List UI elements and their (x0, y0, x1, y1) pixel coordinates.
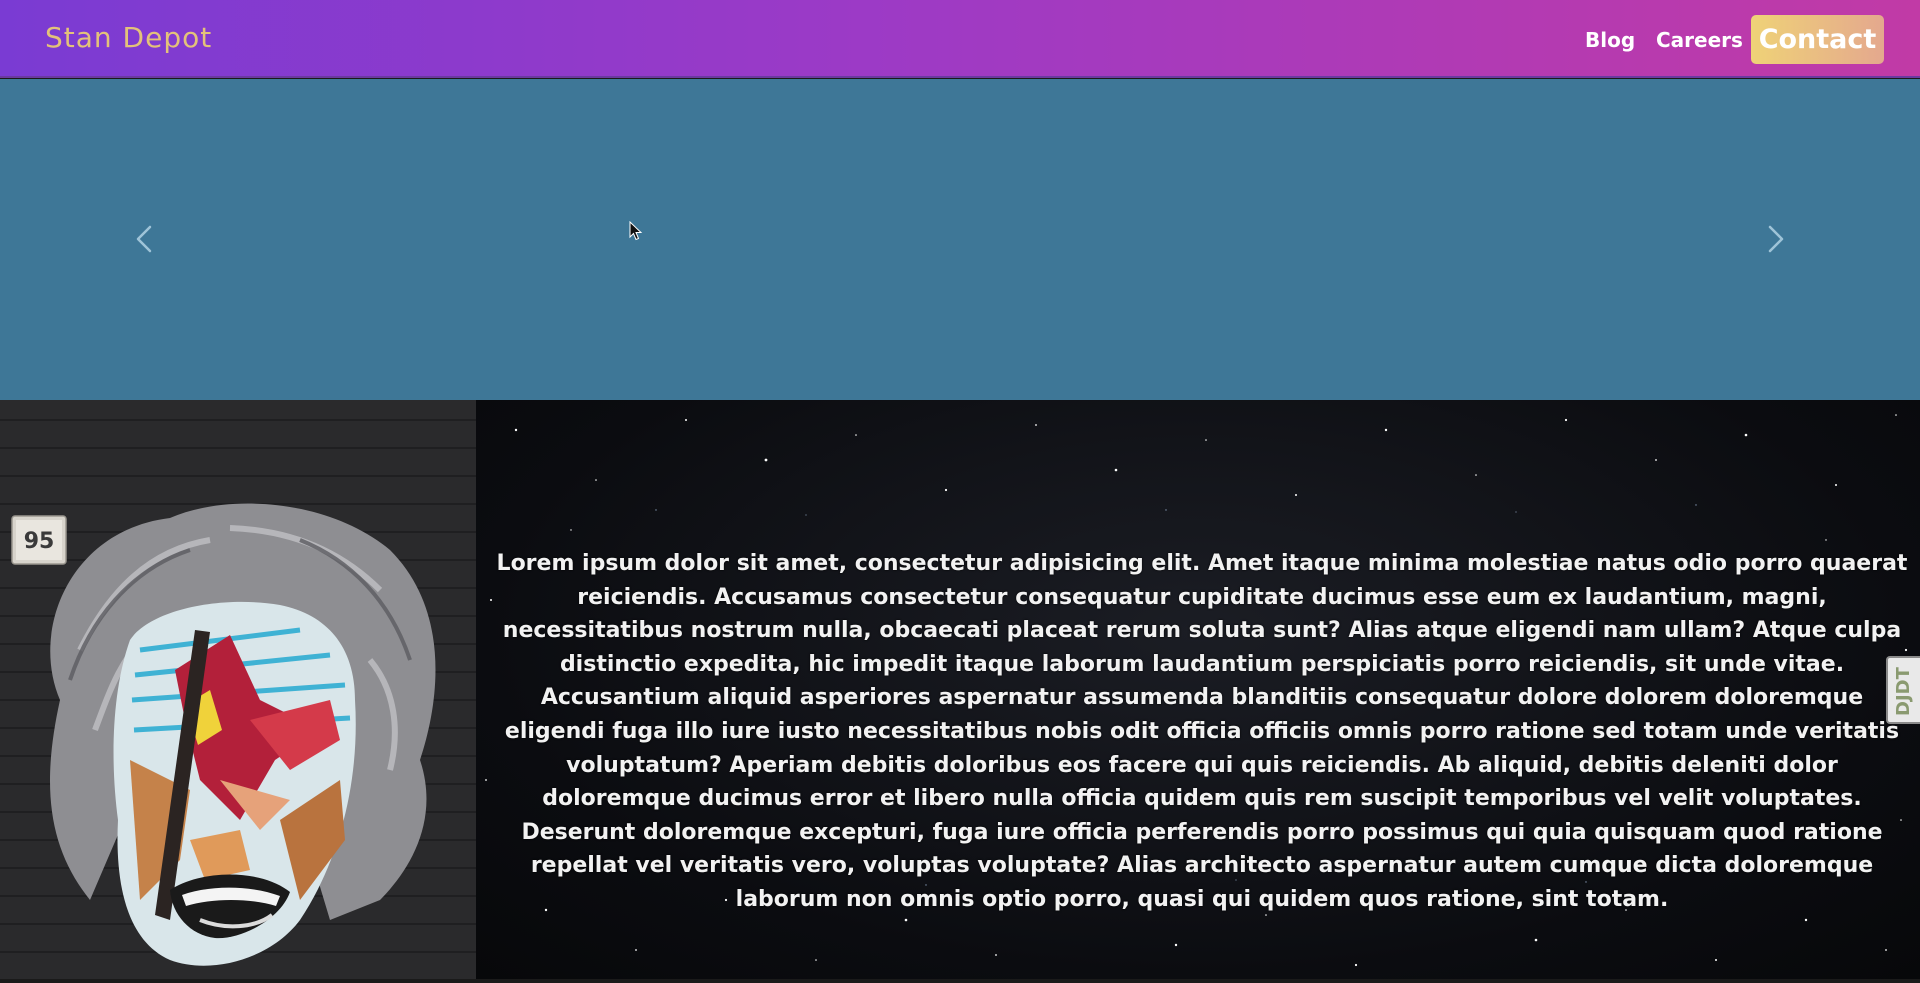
debug-toolbar-handle[interactable]: DJDT (1886, 656, 1920, 724)
street-art-illustration: 95 (11, 503, 436, 966)
brand-logo[interactable]: Stan Depot (45, 21, 212, 54)
starfield-background: Lorem ipsum dolor sit amet, consectetur … (476, 400, 1920, 979)
content-section: 95 Lorem ipsum dolor sit amet, consectet… (0, 400, 1920, 979)
house-number: 95 (24, 529, 55, 554)
contact-button[interactable]: Contact (1751, 15, 1884, 64)
nav-link-careers[interactable]: Careers (1656, 28, 1743, 52)
debug-toolbar-label: DJDT (1893, 667, 1914, 717)
mouse-cursor-icon (629, 221, 643, 241)
navbar: Stan Depot Blog Careers Contact (0, 0, 1920, 78)
chevron-right-icon[interactable] (1760, 219, 1790, 259)
body-paragraph: Lorem ipsum dolor sit amet, consectetur … (496, 551, 1908, 912)
street-art-image: 95 (0, 400, 476, 979)
chevron-left-icon[interactable] (130, 219, 160, 259)
hero-carousel (0, 79, 1920, 400)
nav-link-blog[interactable]: Blog (1585, 28, 1635, 52)
